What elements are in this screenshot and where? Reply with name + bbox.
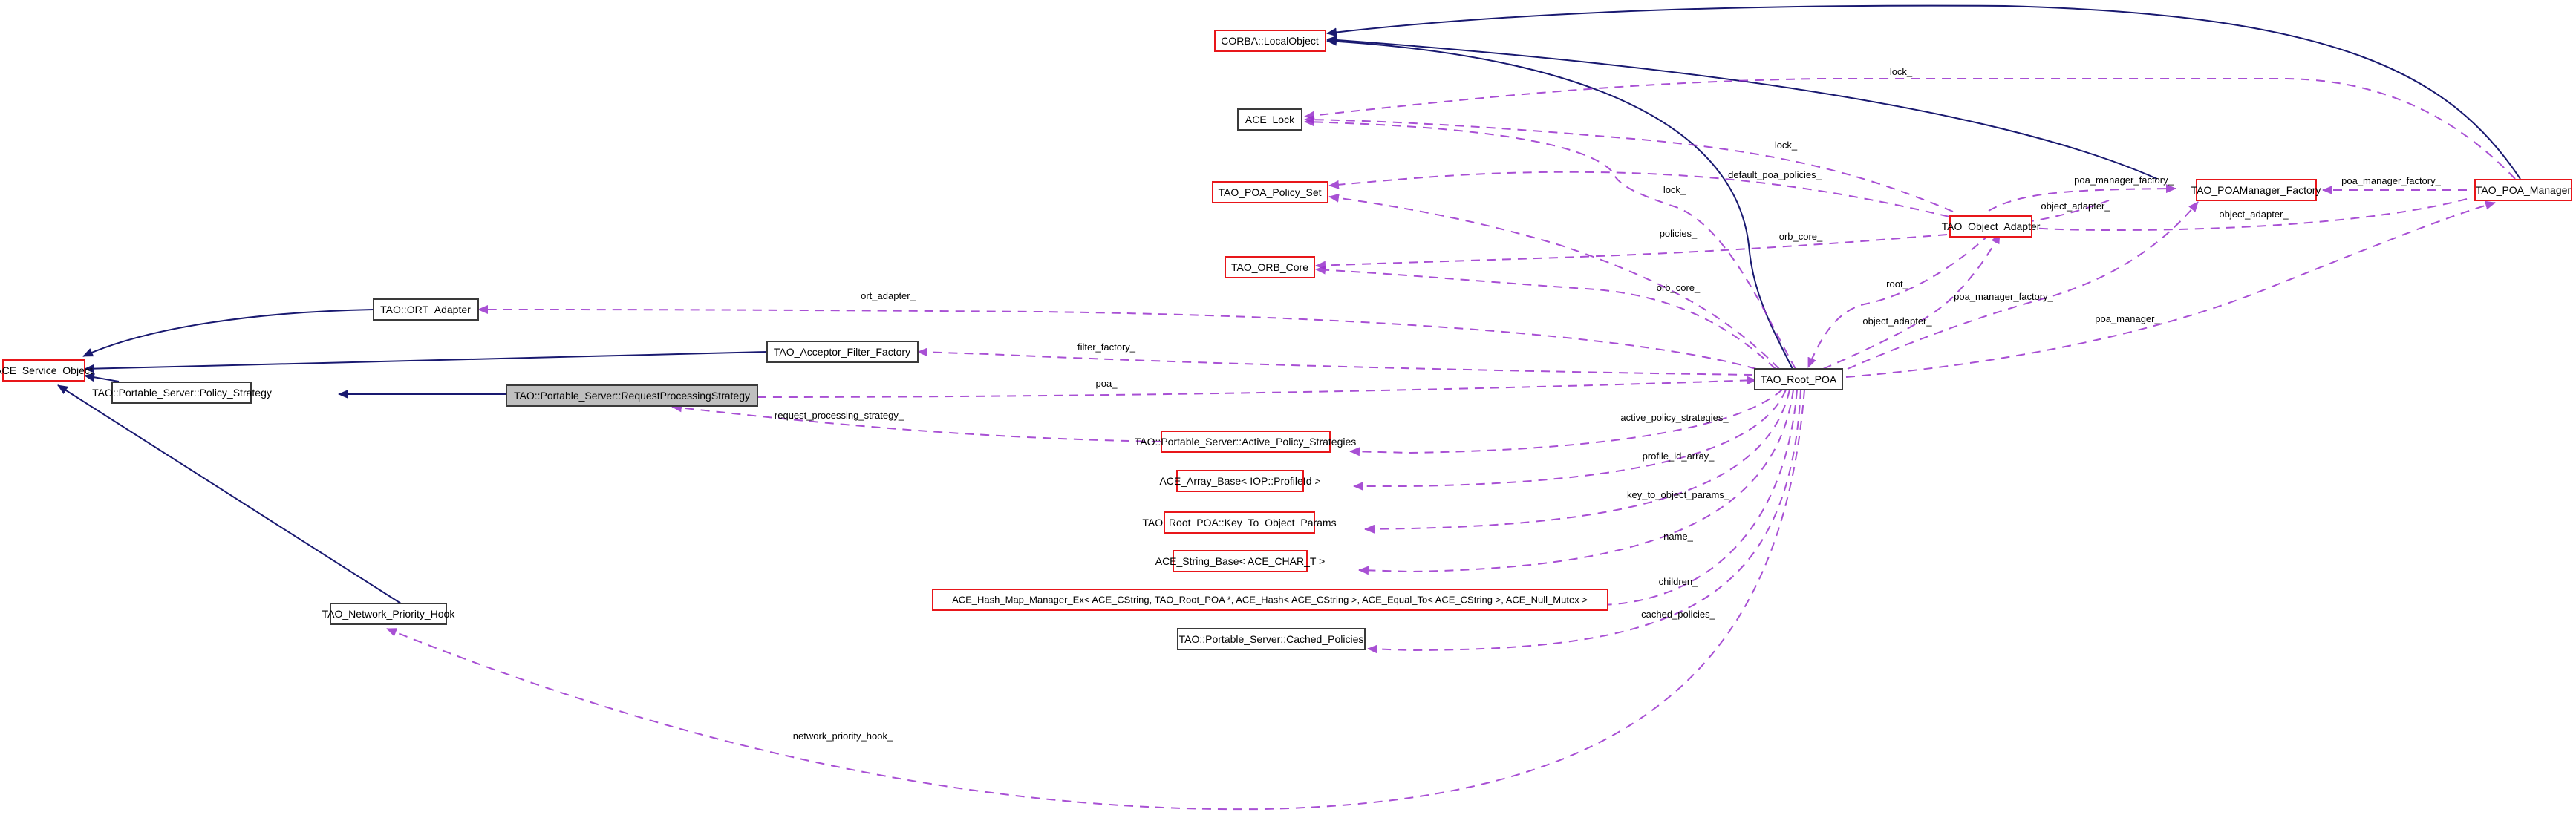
edge-label-orb-core-root: orb_core_	[1657, 282, 1701, 293]
node-label: TAO::Portable_Server::Cached_Policies	[1179, 633, 1364, 645]
node-array-base[interactable]: ACE_Array_Base< IOP::ProfileId >	[1159, 470, 1321, 492]
edge-use-profile-id-array	[1353, 389, 1787, 491]
edge-label-object-adapter-root: object_adapter_	[1862, 315, 1932, 327]
node-root-poa[interactable]: TAO_Root_POA	[1754, 368, 1843, 390]
edge-use-policies	[1328, 193, 1780, 370]
node-hash-map-manager[interactable]: ACE_Hash_Map_Manager_Ex< ACE_CString, TA…	[932, 589, 1608, 611]
node-object-adapter[interactable]: TAO_Object_Adapter	[1942, 215, 2041, 238]
edge-use-ort-adapter	[477, 305, 1757, 370]
node-key-to-object-params[interactable]: TAO_Root_POA::Key_To_Object_Params	[1142, 511, 1337, 534]
edge-label-poa-manager-factory-oa: poa_manager_factory_	[2074, 174, 2174, 186]
node-label: TAO::ORT_Adapter	[380, 304, 471, 315]
edge-use-orb-core-oa	[1315, 234, 1948, 270]
edge-use-cached-policies	[1367, 389, 1801, 654]
edge-label-filter-factory: filter_factory_	[1077, 341, 1136, 353]
edge-label-policies: policies_	[1660, 228, 1698, 239]
collaboration-diagram: lock_ lock_ default_poa_policies_ lock_ …	[0, 4, 2572, 811]
node-label: TAO_Network_Priority_Hook	[322, 608, 456, 620]
node-policy-strategy[interactable]: TAO::Portable_Server::Policy_Strategy	[92, 382, 272, 404]
edge-use-filter-factory	[917, 347, 1753, 376]
node-poamanager-factory[interactable]: TAO_POAManager_Factory	[2191, 179, 2321, 201]
node-active-policy-strategies[interactable]: TAO::Portable_Server::Active_Policy_Stra…	[1135, 431, 1357, 453]
node-label: TAO_ORB_Core	[1231, 261, 1308, 273]
edge-inherit-root-poa-localobject	[1326, 36, 1793, 370]
edge-inherit-acceptor-filter-factory	[84, 351, 768, 373]
edge-label-active-policy-strategies: active_policy_strategies_	[1620, 412, 1729, 423]
edge-use-lock-root-poa	[1304, 117, 1796, 370]
node-corba-local-object[interactable]: CORBA::LocalObject	[1214, 30, 1326, 52]
edge-inherit-poamanager-factory-localobject	[1326, 35, 2158, 180]
edge-inherit-ort-adapter	[82, 309, 374, 357]
node-label: TAO_Root_POA	[1761, 373, 1837, 385]
node-label: TAO_Root_POA::Key_To_Object_Params	[1142, 517, 1336, 528]
edge-label-children: children_	[1659, 576, 1699, 587]
node-label: CORBA::LocalObject	[1221, 35, 1319, 47]
edge-use-lock-object-adapter	[1304, 115, 1954, 212]
edge-label-poa-manager-factory-pm: poa_manager_factory_	[2341, 175, 2441, 186]
edge-use-default-poa-policies	[1328, 171, 1950, 217]
node-network-priority-hook[interactable]: TAO_Network_Priority_Hook	[322, 603, 456, 625]
node-ace-service-object[interactable]: ACE_Service_Object	[0, 359, 93, 382]
node-label: ACE_Lock	[1245, 114, 1295, 125]
edge-label-profile-id-array: profile_id_array_	[1643, 451, 1715, 462]
edge-label-key-to-object-params: key_to_object_params_	[1627, 489, 1730, 500]
node-label: ACE_Service_Object	[0, 364, 93, 376]
edge-use-lock-poa-manager	[1304, 78, 2516, 180]
edge-use-orb-core-root	[1315, 265, 1776, 370]
edge-label-lock-root: lock_	[1663, 184, 1686, 195]
node-string-base[interactable]: ACE_String_Base< ACE_CHAR_T >	[1155, 550, 1326, 572]
node-label: ACE_Hash_Map_Manager_Ex< ACE_CString, TA…	[952, 595, 1588, 606]
node-label: ACE_String_Base< ACE_CHAR_T >	[1155, 555, 1326, 567]
edge-inherit-policy-strategy	[84, 373, 120, 382]
node-label: TAO::Portable_Server::Policy_Strategy	[92, 387, 272, 399]
node-label: TAO_POA_Manager	[2476, 184, 2571, 196]
edge-label-default-poa-policies: default_poa_policies_	[1728, 169, 1822, 180]
edge-label-lock-oa: lock_	[1775, 140, 1798, 151]
edge-label-poa-manager-factory-root: poa_manager_factory_	[1954, 291, 2053, 302]
edge-label-object-adapter-pm: object_adapter_	[2219, 209, 2289, 220]
node-cached-policies[interactable]: TAO::Portable_Server::Cached_Policies	[1177, 628, 1366, 650]
edge-inherit-network-priority-hook	[57, 384, 404, 606]
node-request-processing-strategy[interactable]: TAO::Portable_Server::RequestProcessingS…	[506, 384, 758, 407]
node-label: TAO::Portable_Server::Active_Policy_Stra…	[1135, 436, 1357, 448]
edge-label-ort-adapter: ort_adapter_	[861, 290, 916, 301]
edge-use-key-to-object-params	[1364, 389, 1790, 534]
node-label: TAO::Portable_Server::RequestProcessingS…	[514, 390, 750, 402]
edge-label-object-adapter-pmf: object_adapter_	[2041, 200, 2110, 212]
edge-label-network-priority-hook: network_priority_hook_	[793, 730, 893, 742]
edge-label-poa: poa_	[1096, 378, 1118, 389]
edge-label-orb-core-oa: orb_core_	[1779, 231, 1823, 242]
node-ace-lock[interactable]: ACE_Lock	[1237, 108, 1302, 131]
node-orb-core[interactable]: TAO_ORB_Core	[1225, 256, 1315, 278]
edge-label-cached-policies: cached_policies_	[1641, 609, 1716, 620]
node-acceptor-filter-factory[interactable]: TAO_Acceptor_Filter_Factory	[766, 341, 919, 363]
edge-use-request-processing-strategy	[671, 403, 1161, 442]
edge-label-name: name_	[1663, 531, 1694, 542]
edge-use-poa	[757, 376, 1757, 398]
edge-label-root: root_	[1886, 278, 1908, 289]
node-label: TAO_POAManager_Factory	[2191, 184, 2321, 196]
edge-label-lock-top: lock_	[1890, 66, 1913, 77]
node-label: TAO_Acceptor_Filter_Factory	[774, 346, 910, 358]
node-poa-manager[interactable]: TAO_POA_Manager	[2474, 179, 2572, 201]
edge-inherit-poa-manager-localobject	[1326, 4, 2521, 180]
node-poa-policy-set[interactable]: TAO_POA_Policy_Set	[1212, 181, 1328, 203]
node-label: TAO_POA_Policy_Set	[1218, 186, 1321, 198]
edge-label-poa-manager: poa_manager_	[2095, 313, 2160, 324]
node-label: TAO_Object_Adapter	[1942, 220, 2041, 232]
node-label: ACE_Array_Base< IOP::ProfileId >	[1159, 475, 1320, 487]
edge-label-request-processing-strategy: request_processing_strategy_	[775, 410, 904, 421]
node-tao-ort-adapter[interactable]: TAO::ORT_Adapter	[373, 298, 479, 321]
